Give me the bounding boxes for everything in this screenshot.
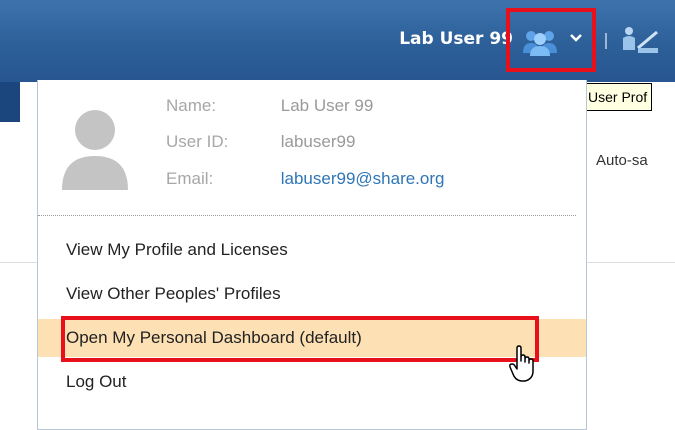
- header-separator: [605, 33, 607, 49]
- profile-email-row: Email: labuser99@share.org: [166, 169, 444, 189]
- userid-value: labuser99: [280, 132, 356, 151]
- autosave-label: Auto-sa: [596, 152, 648, 169]
- user-profile-tooltip: User Prof: [583, 83, 653, 111]
- menu-item-log-out[interactable]: Log Out: [38, 363, 586, 401]
- name-label: Name:: [166, 96, 217, 115]
- userid-label: User ID:: [166, 132, 229, 151]
- hand-cursor-icon: [509, 345, 534, 382]
- dashboard-tool-icon[interactable]: [620, 24, 660, 56]
- avatar-placeholder-icon: [62, 110, 128, 190]
- user-profile-dropdown: Name: Lab User 99 User ID: labuser99 Ema…: [37, 80, 587, 430]
- profile-userid-row: User ID: labuser99: [166, 132, 355, 152]
- menu-item-view-other-profiles[interactable]: View Other Peoples' Profiles: [38, 275, 586, 313]
- menu-item-view-profile[interactable]: View My Profile and Licenses: [38, 231, 586, 269]
- name-value: Lab User 99: [280, 96, 374, 115]
- top-header-bar: Lab User 99: [0, 0, 675, 82]
- username-label: Lab User 99: [399, 29, 513, 49]
- profile-name-row: Name: Lab User 99: [166, 96, 373, 116]
- email-label: Email:: [166, 169, 214, 188]
- menu-item-open-dashboard[interactable]: Open My Personal Dashboard (default): [38, 319, 586, 357]
- users-icon: [523, 31, 557, 56]
- nav-edge-strip: [0, 82, 20, 122]
- chevron-down-icon: [570, 34, 582, 42]
- user-profile-menu-button[interactable]: [506, 8, 596, 72]
- email-link[interactable]: labuser99@share.org: [281, 169, 445, 188]
- menu-divider: [38, 215, 576, 216]
